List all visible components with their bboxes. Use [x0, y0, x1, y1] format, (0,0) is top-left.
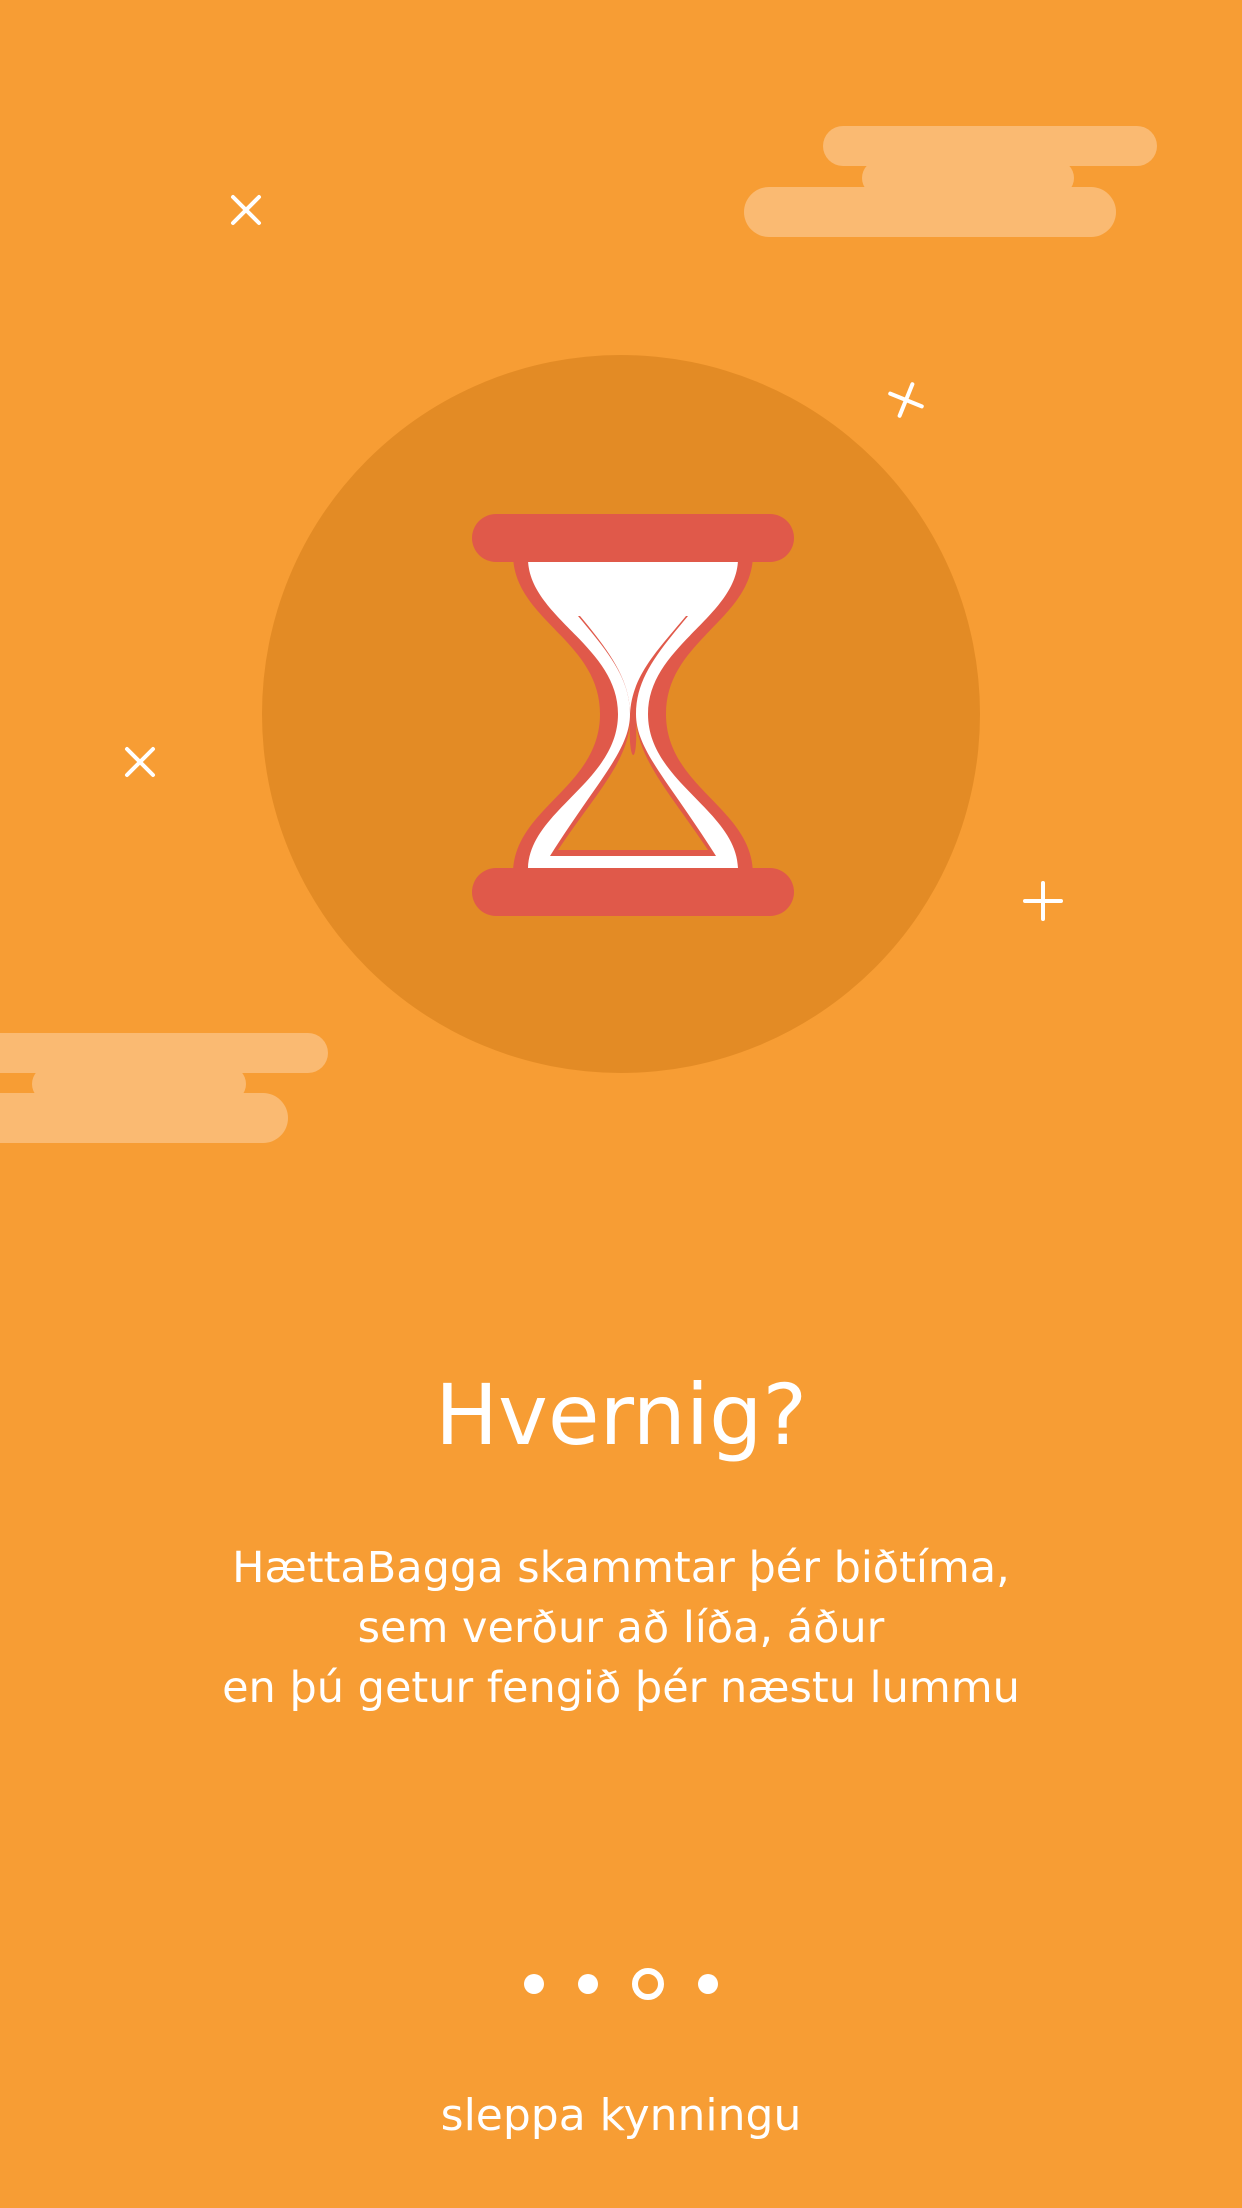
page-dot[interactable]	[524, 1974, 544, 1994]
skip-intro-button[interactable]: sleppa kynningu	[0, 2083, 1242, 2149]
sparkle-icon	[1023, 881, 1063, 921]
sparkle-icon	[888, 382, 924, 418]
page-indicator	[0, 1967, 1242, 2001]
sparkle-icon	[231, 195, 261, 225]
page-dot[interactable]	[578, 1974, 598, 1994]
sparkle-icon	[125, 747, 155, 777]
description-line: en þú getur fengið þér næstu lummu	[222, 1663, 1020, 1713]
description-text: HættaBagga skammtar þér biðtíma, sem ver…	[0, 1538, 1242, 1718]
description-line: sem verður að líða, áður	[357, 1603, 885, 1653]
hourglass-icon	[472, 514, 794, 916]
page-dot[interactable]	[698, 1974, 718, 1994]
description-line: HættaBagga skammtar þér biðtíma,	[232, 1543, 1010, 1593]
page-title: Hvernig?	[434, 1366, 808, 1464]
page-dot-active[interactable]	[632, 1968, 664, 2000]
